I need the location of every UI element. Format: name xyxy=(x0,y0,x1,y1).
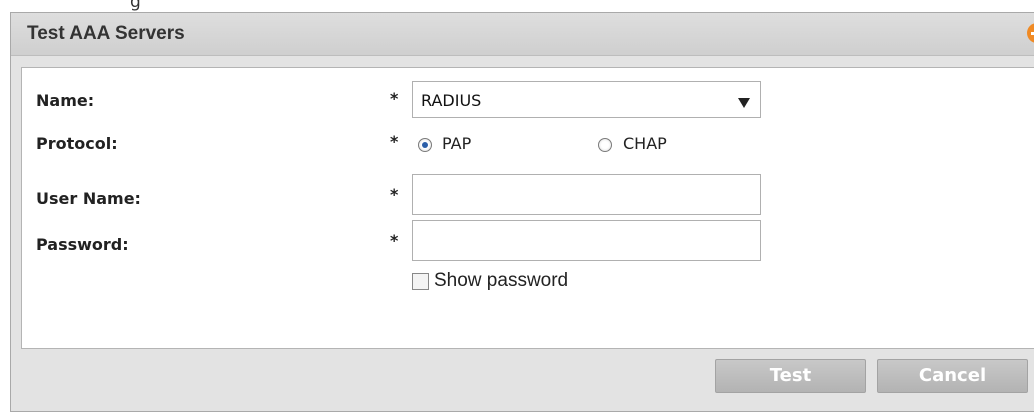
name-label: Name: xyxy=(36,91,95,110)
show-password-checkbox[interactable] xyxy=(412,273,429,290)
username-field[interactable] xyxy=(412,174,761,215)
password-required-marker: * xyxy=(390,231,399,250)
chevron-down-icon[interactable] xyxy=(738,98,750,108)
show-password-label[interactable]: Show password xyxy=(434,270,568,292)
name-select-value: RADIUS xyxy=(421,91,482,110)
password-field[interactable] xyxy=(412,220,761,261)
protocol-required-marker: * xyxy=(390,132,399,151)
form-panel: Name: * RADIUS Protocol: * PAP CHAP User… xyxy=(21,67,1034,349)
test-button[interactable]: Test xyxy=(715,359,866,393)
password-label: Password: xyxy=(36,235,129,254)
minus-circle-icon[interactable] xyxy=(1027,23,1034,43)
cancel-button[interactable]: Cancel xyxy=(877,359,1028,393)
partial-top-text: g xyxy=(130,0,141,12)
protocol-label: Protocol: xyxy=(36,134,118,153)
dialog-title: Test AAA Servers xyxy=(27,23,185,44)
protocol-pap-label: PAP xyxy=(442,134,472,153)
protocol-chap-radio[interactable] xyxy=(598,138,612,152)
dialog-titlebar: Test AAA Servers xyxy=(11,13,1034,56)
protocol-chap-label: CHAP xyxy=(623,134,667,153)
username-label: User Name: xyxy=(36,189,141,208)
name-select[interactable]: RADIUS xyxy=(412,81,761,118)
username-required-marker: * xyxy=(390,185,399,204)
test-aaa-servers-dialog: Test AAA Servers Name: * RADIUS Protocol… xyxy=(10,12,1034,412)
protocol-pap-radio[interactable] xyxy=(418,138,432,152)
name-required-marker: * xyxy=(390,89,399,108)
